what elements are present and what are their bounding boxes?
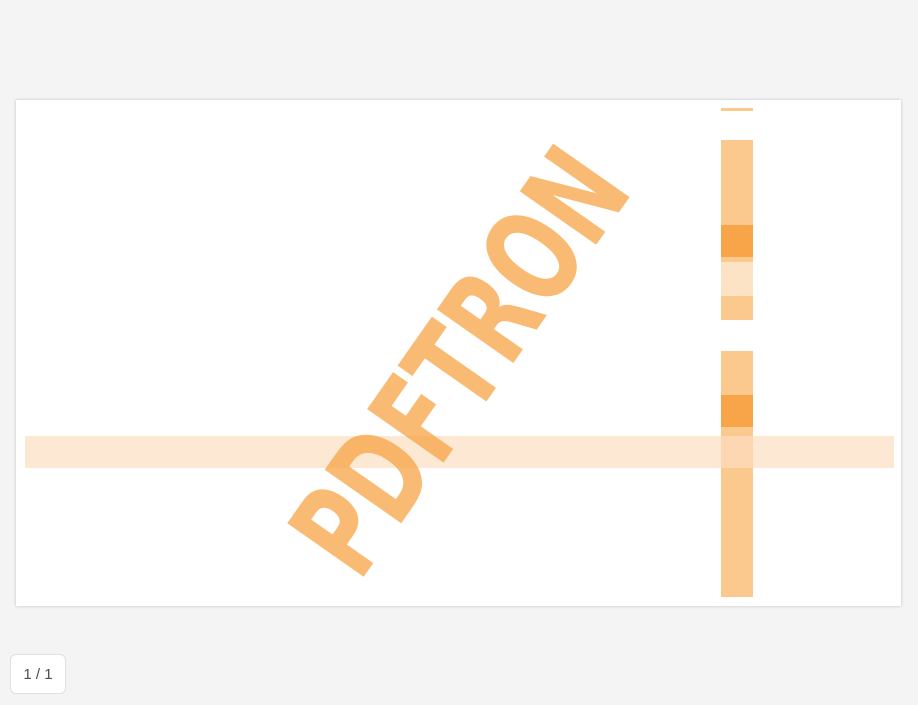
page-number-label: 1 / 1 bbox=[23, 665, 53, 683]
page-number-indicator[interactable]: 1 / 1 bbox=[10, 654, 66, 694]
page-content: PDFTRON bbox=[25, 108, 894, 602]
vertical-bar bbox=[721, 108, 753, 597]
svg-text:PDFTRON: PDFTRON bbox=[262, 123, 659, 602]
document-viewer: PDFTRON 1 / 1 bbox=[0, 0, 918, 705]
document-page: PDFTRON bbox=[16, 100, 901, 606]
watermark-logo: PDFTRON bbox=[262, 123, 659, 602]
